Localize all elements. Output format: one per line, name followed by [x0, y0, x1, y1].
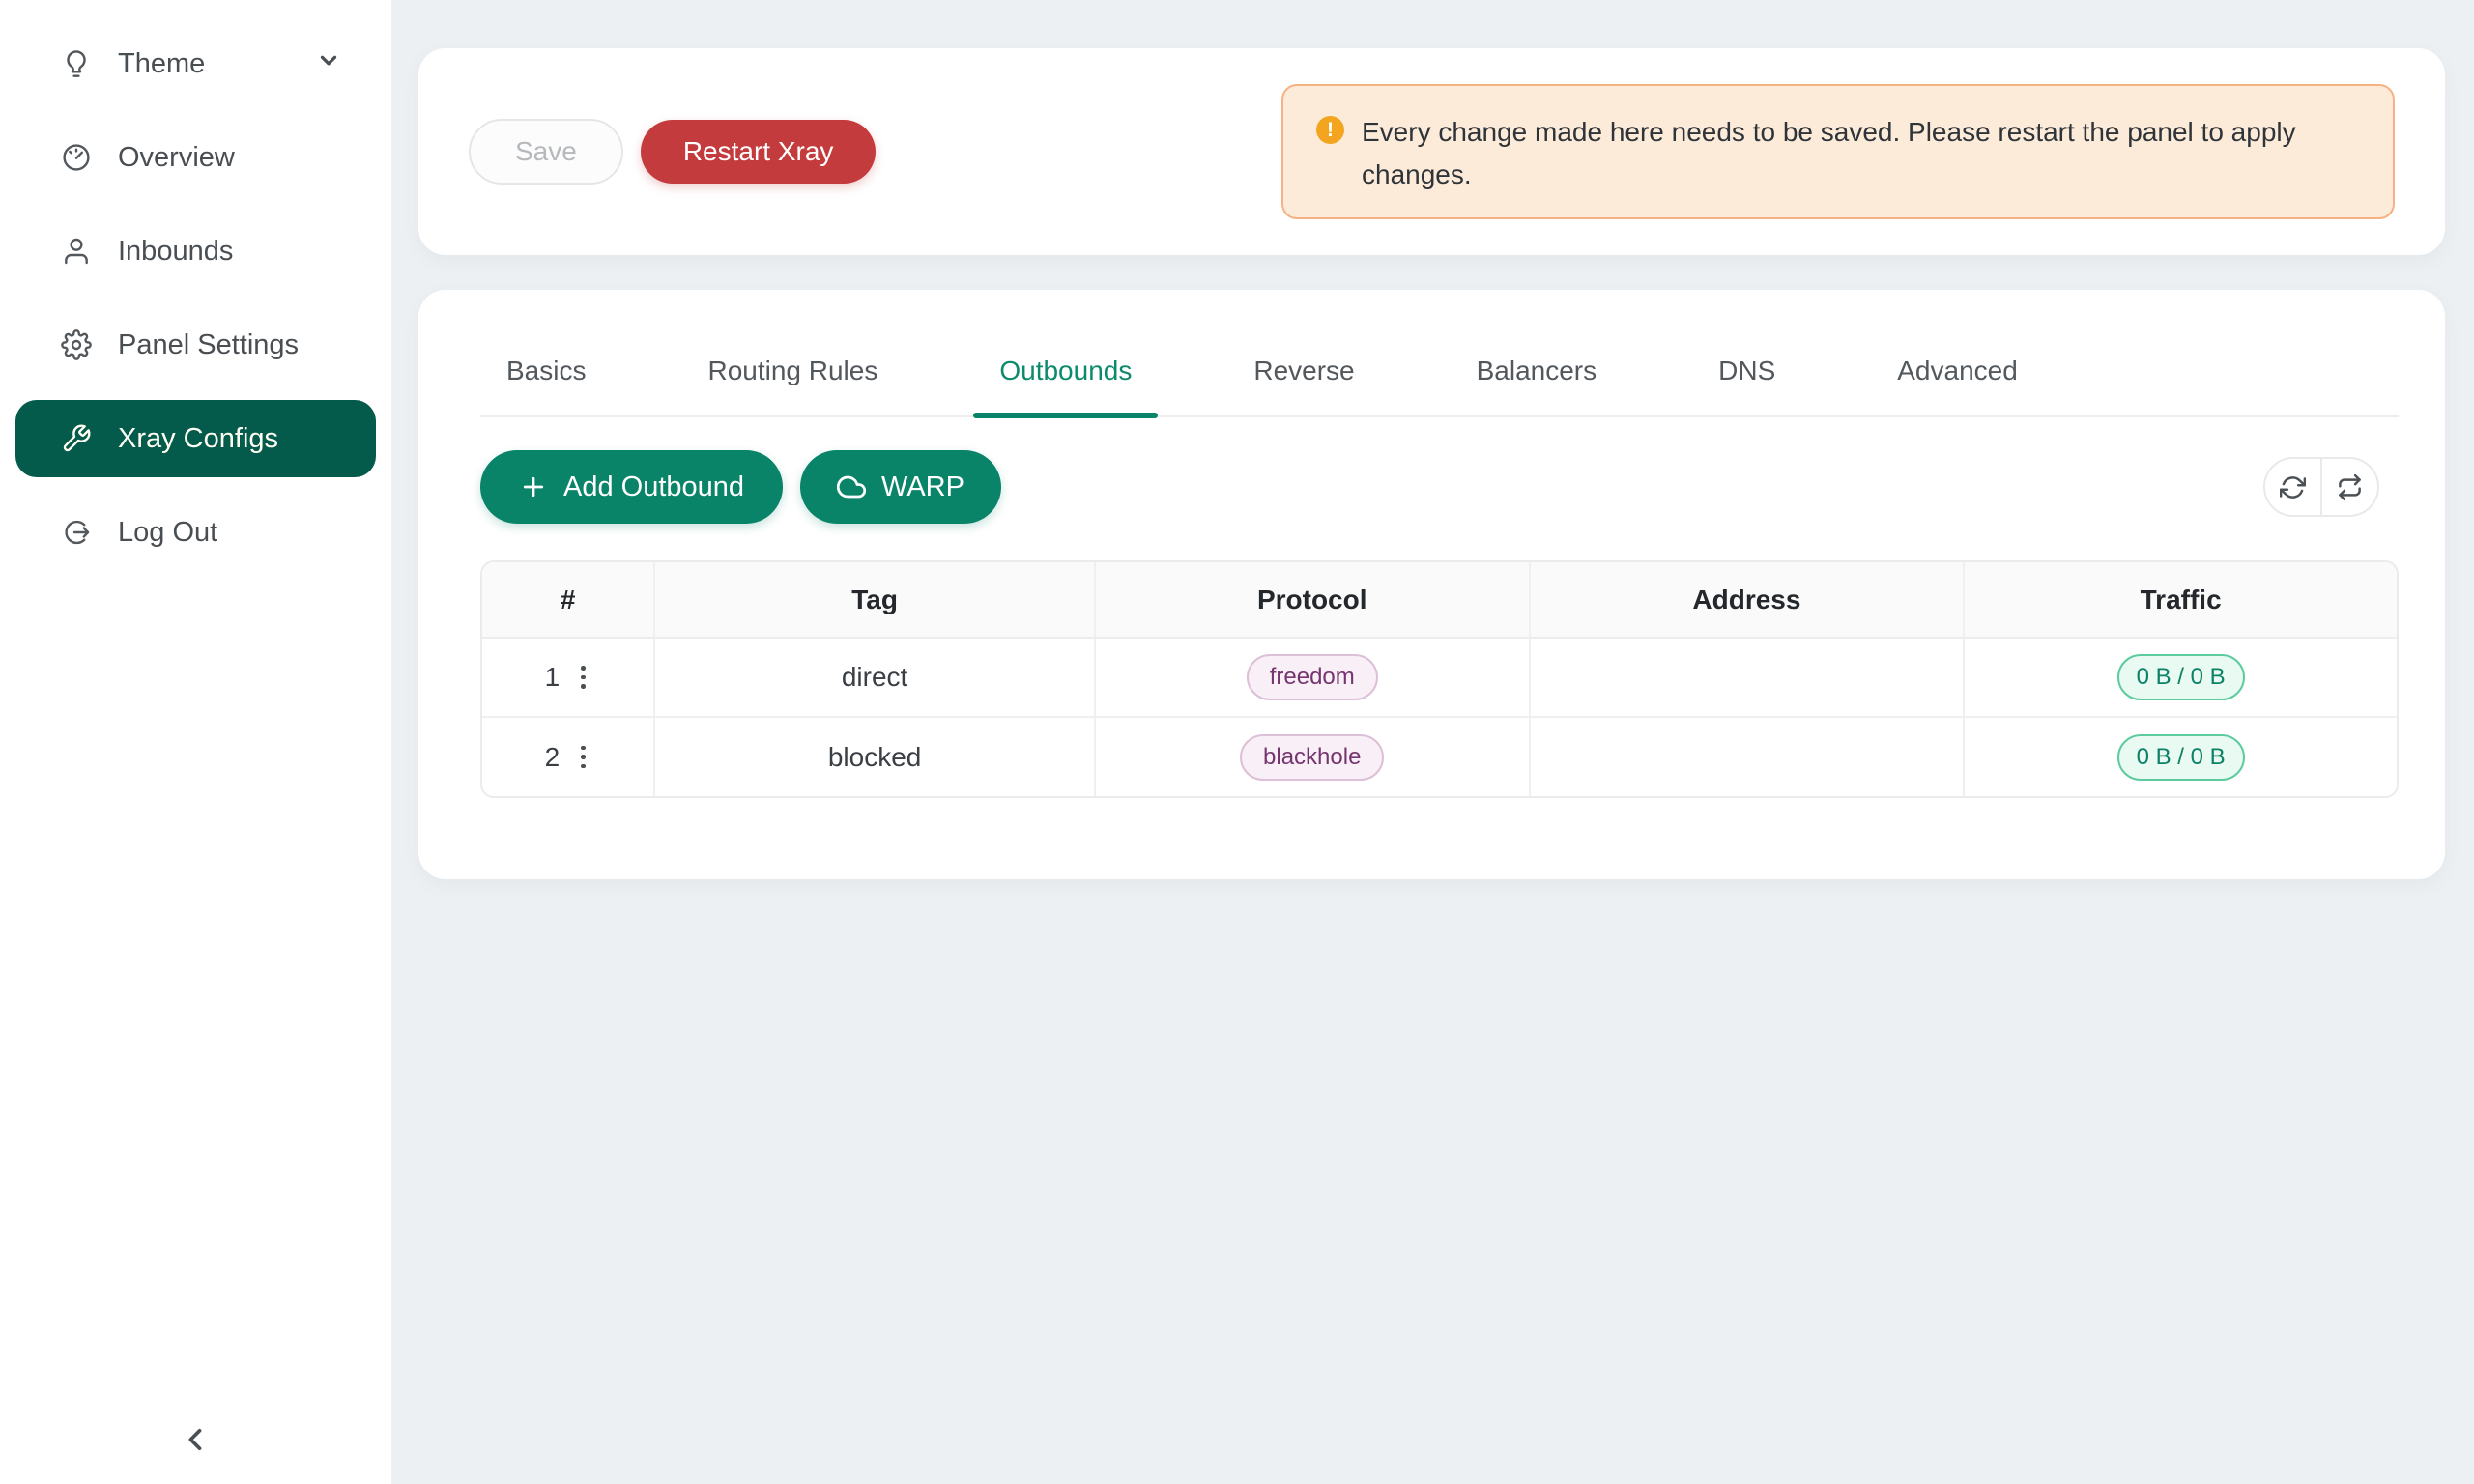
sidebar-item-label: Theme [118, 48, 205, 80]
outbounds-actions-row: Add Outbound WARP [480, 450, 2399, 524]
tab-reverse[interactable]: Reverse [1227, 340, 1380, 415]
sidebar-item-panel-settings[interactable]: Panel Settings [0, 314, 391, 376]
sidebar: Theme Overview Inbounds Panel Settings X… [0, 0, 391, 1484]
unsaved-changes-alert: ! Every change made here needs to be sav… [1281, 84, 2395, 219]
tab-routing-rules[interactable]: Routing Rules [681, 340, 904, 415]
warp-button[interactable]: WARP [800, 450, 1001, 524]
sidebar-item-overview[interactable]: Overview [0, 127, 391, 188]
refresh-button[interactable] [2265, 459, 2320, 515]
cloud-icon [837, 472, 866, 501]
table-row: 1 direct freedom 0 B / 0 B [482, 638, 2397, 717]
main-content: Save Restart Xray ! Every change made he… [391, 0, 2474, 1484]
column-header-protocol: Protocol [1095, 562, 1530, 638]
sidebar-item-label: Inbounds [118, 236, 233, 268]
tab-dns[interactable]: DNS [1692, 340, 1801, 415]
sidebar-item-theme[interactable]: Theme [0, 33, 391, 95]
tab-outbounds[interactable]: Outbounds [973, 340, 1158, 415]
chevron-down-icon [316, 47, 341, 80]
tab-advanced[interactable]: Advanced [1871, 340, 2044, 415]
sidebar-collapse-button[interactable] [0, 1423, 391, 1459]
protocol-badge: freedom [1247, 654, 1378, 700]
restart-xray-button[interactable]: Restart Xray [641, 120, 877, 184]
tag-cell: direct [654, 638, 1095, 717]
protocol-badge: blackhole [1240, 734, 1384, 781]
sidebar-item-label: Overview [118, 142, 235, 174]
plus-icon [519, 472, 548, 501]
sidebar-item-inbounds[interactable]: Inbounds [0, 220, 391, 282]
traffic-badge: 0 B / 0 B [2117, 734, 2245, 781]
toolbar-card: Save Restart Xray ! Every change made he… [418, 48, 2445, 255]
repeat-button[interactable] [2320, 459, 2377, 515]
gear-icon [60, 328, 93, 361]
column-header-tag: Tag [654, 562, 1095, 638]
sidebar-item-xray-configs[interactable]: Xray Configs [15, 400, 376, 477]
warning-icon: ! [1316, 116, 1344, 144]
lightbulb-icon [60, 47, 93, 80]
sidebar-item-label: Panel Settings [118, 329, 299, 361]
address-cell [1530, 717, 1965, 796]
save-button[interactable]: Save [469, 119, 623, 185]
logout-icon [60, 516, 93, 549]
gauge-icon [60, 141, 93, 174]
sidebar-item-label: Log Out [118, 517, 217, 549]
add-outbound-button[interactable]: Add Outbound [480, 450, 783, 524]
traffic-badge: 0 B / 0 B [2117, 654, 2245, 700]
address-cell [1530, 638, 1965, 717]
user-icon [60, 235, 93, 268]
table-row: 2 blocked blackhole 0 B / 0 B [482, 717, 2397, 796]
wrench-icon [60, 422, 93, 455]
outbounds-table: # Tag Protocol Address Traffic 1 [480, 560, 2399, 798]
kebab-menu-icon[interactable] [575, 740, 591, 775]
column-header-index: # [482, 562, 654, 638]
tag-cell: blocked [654, 717, 1095, 796]
tab-basics[interactable]: Basics [480, 340, 612, 415]
table-header-row: # Tag Protocol Address Traffic [482, 562, 2397, 638]
row-index: 2 [545, 742, 561, 773]
row-index: 1 [545, 662, 561, 693]
repeat-icon [2337, 474, 2363, 500]
chevron-left-icon [180, 1423, 213, 1459]
column-header-traffic: Traffic [1964, 562, 2397, 638]
xray-configs-card: Basics Routing Rules Outbounds Reverse B… [418, 290, 2445, 879]
column-header-address: Address [1530, 562, 1965, 638]
sidebar-item-log-out[interactable]: Log Out [0, 501, 391, 563]
kebab-menu-icon[interactable] [575, 660, 591, 695]
xray-config-tabs: Basics Routing Rules Outbounds Reverse B… [480, 340, 2399, 417]
table-tools-group [2263, 457, 2379, 517]
sidebar-item-label: Xray Configs [118, 423, 278, 455]
tab-balancers[interactable]: Balancers [1451, 340, 1624, 415]
alert-message: Every change made here needs to be saved… [1362, 111, 2333, 196]
refresh-icon [2280, 474, 2306, 500]
